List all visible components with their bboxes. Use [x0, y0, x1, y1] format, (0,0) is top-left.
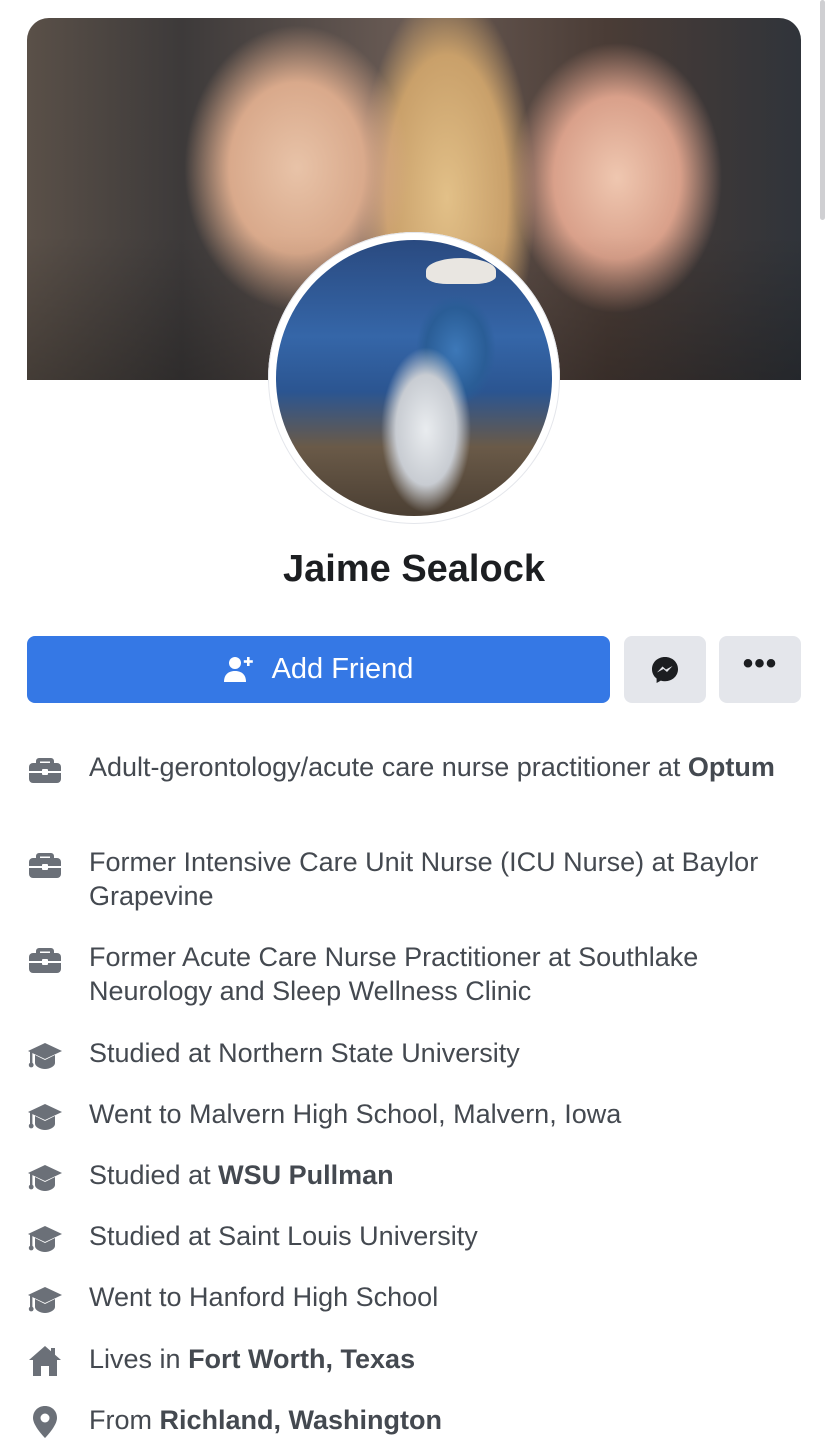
- info-text: Went to Malvern High School, Malvern, Io…: [89, 1099, 622, 1129]
- info-link[interactable]: Optum: [688, 752, 775, 782]
- briefcase-icon: [29, 853, 61, 878]
- profile-photo[interactable]: [276, 240, 552, 516]
- info-link[interactable]: Richland, Washington: [160, 1405, 443, 1435]
- graduation-cap-icon: [28, 1043, 62, 1069]
- info-text: Former Acute Care Nurse Practitioner at …: [89, 942, 699, 1006]
- graduation-cap-icon: [28, 1165, 62, 1191]
- info-text: Former Intensive Care Unit Nurse (ICU Nu…: [89, 847, 759, 911]
- profile-name: Jaime Sealock: [283, 548, 545, 590]
- graduation-cap-icon: [28, 1287, 62, 1313]
- briefcase-icon: [29, 948, 61, 973]
- info-text: Adult-gerontology/acute care nurse pract…: [89, 752, 775, 782]
- add-friend-label: Add Friend: [271, 653, 414, 685]
- add-person-icon: [223, 656, 253, 682]
- info-link[interactable]: WSU Pullman: [218, 1160, 394, 1190]
- graduation-cap-icon: [28, 1104, 62, 1130]
- message-button[interactable]: [624, 636, 706, 703]
- briefcase-icon: [29, 758, 61, 783]
- info-text: Went to Hanford High School: [89, 1282, 439, 1312]
- more-options-button[interactable]: •••: [719, 636, 801, 703]
- add-friend-button[interactable]: Add Friend: [27, 636, 610, 703]
- profile-photo-hat-detail: [426, 258, 496, 284]
- info-link[interactable]: Fort Worth, Texas: [188, 1344, 415, 1374]
- info-text: Studied at WSU Pullman: [89, 1160, 394, 1190]
- messenger-icon: [652, 656, 678, 683]
- graduation-cap-icon: [28, 1226, 62, 1252]
- location-pin-icon: [33, 1406, 57, 1438]
- info-text: Lives in Fort Worth, Texas: [89, 1344, 416, 1374]
- info-text: Studied at Saint Louis University: [89, 1221, 478, 1251]
- more-options-icon: •••: [742, 646, 778, 680]
- home-icon: [29, 1346, 61, 1376]
- info-text: Studied at Northern State University: [89, 1038, 520, 1068]
- scroll-indicator: [820, 0, 825, 220]
- info-text: From Richland, Washington: [89, 1405, 443, 1435]
